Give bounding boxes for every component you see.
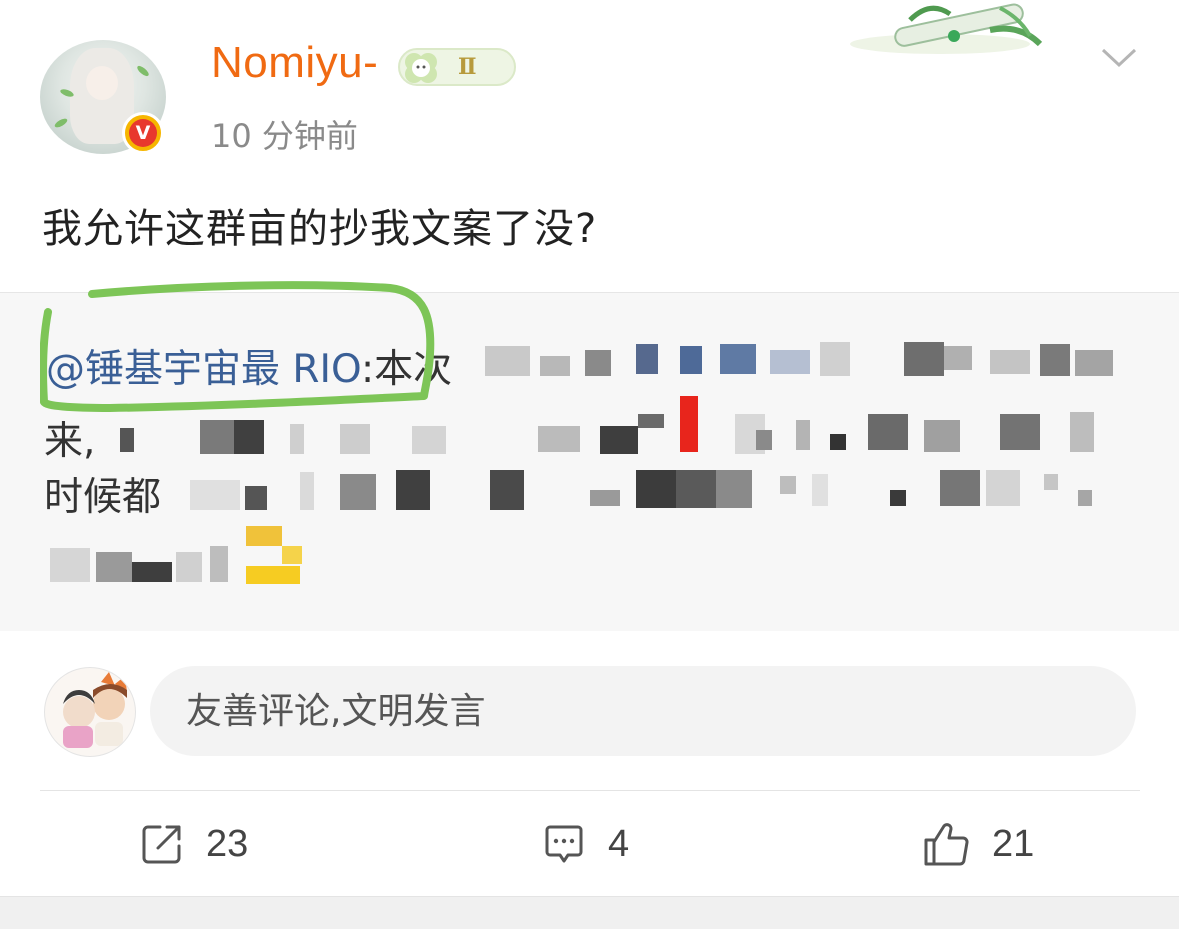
repost-count: 23 (206, 822, 249, 865)
repost-line-3-start: 时候都 (44, 475, 162, 520)
clover-icon (405, 53, 437, 83)
divider (40, 790, 1140, 791)
like-count: 21 (992, 822, 1035, 865)
level-badge[interactable]: Ⅱ (398, 48, 516, 86)
share-icon (142, 825, 181, 864)
verified-badge-icon: V (122, 112, 164, 154)
comment-button[interactable]: 4 (542, 812, 629, 876)
repost-button[interactable]: 23 (140, 812, 248, 876)
thumbs-up-icon (924, 823, 969, 866)
repost-line-2-start: 来, (44, 419, 96, 464)
chevron-down-icon[interactable] (1100, 46, 1138, 70)
bottom-separator (0, 896, 1179, 929)
current-user-avatar[interactable] (44, 667, 136, 757)
comment-icon (545, 825, 583, 863)
post-body-text: 我允许这群亩的抄我文案了没? (42, 206, 598, 252)
like-button[interactable]: 21 (922, 812, 1034, 876)
post-timestamp: 10 分钟前 (211, 117, 358, 155)
comment-count: 4 (608, 822, 630, 865)
comment-input[interactable] (150, 666, 1136, 756)
bamboo-decoration-icon (850, 3, 1043, 54)
author-name[interactable]: Nomiyu- (211, 38, 378, 88)
green-highlight-annotation (40, 281, 435, 412)
